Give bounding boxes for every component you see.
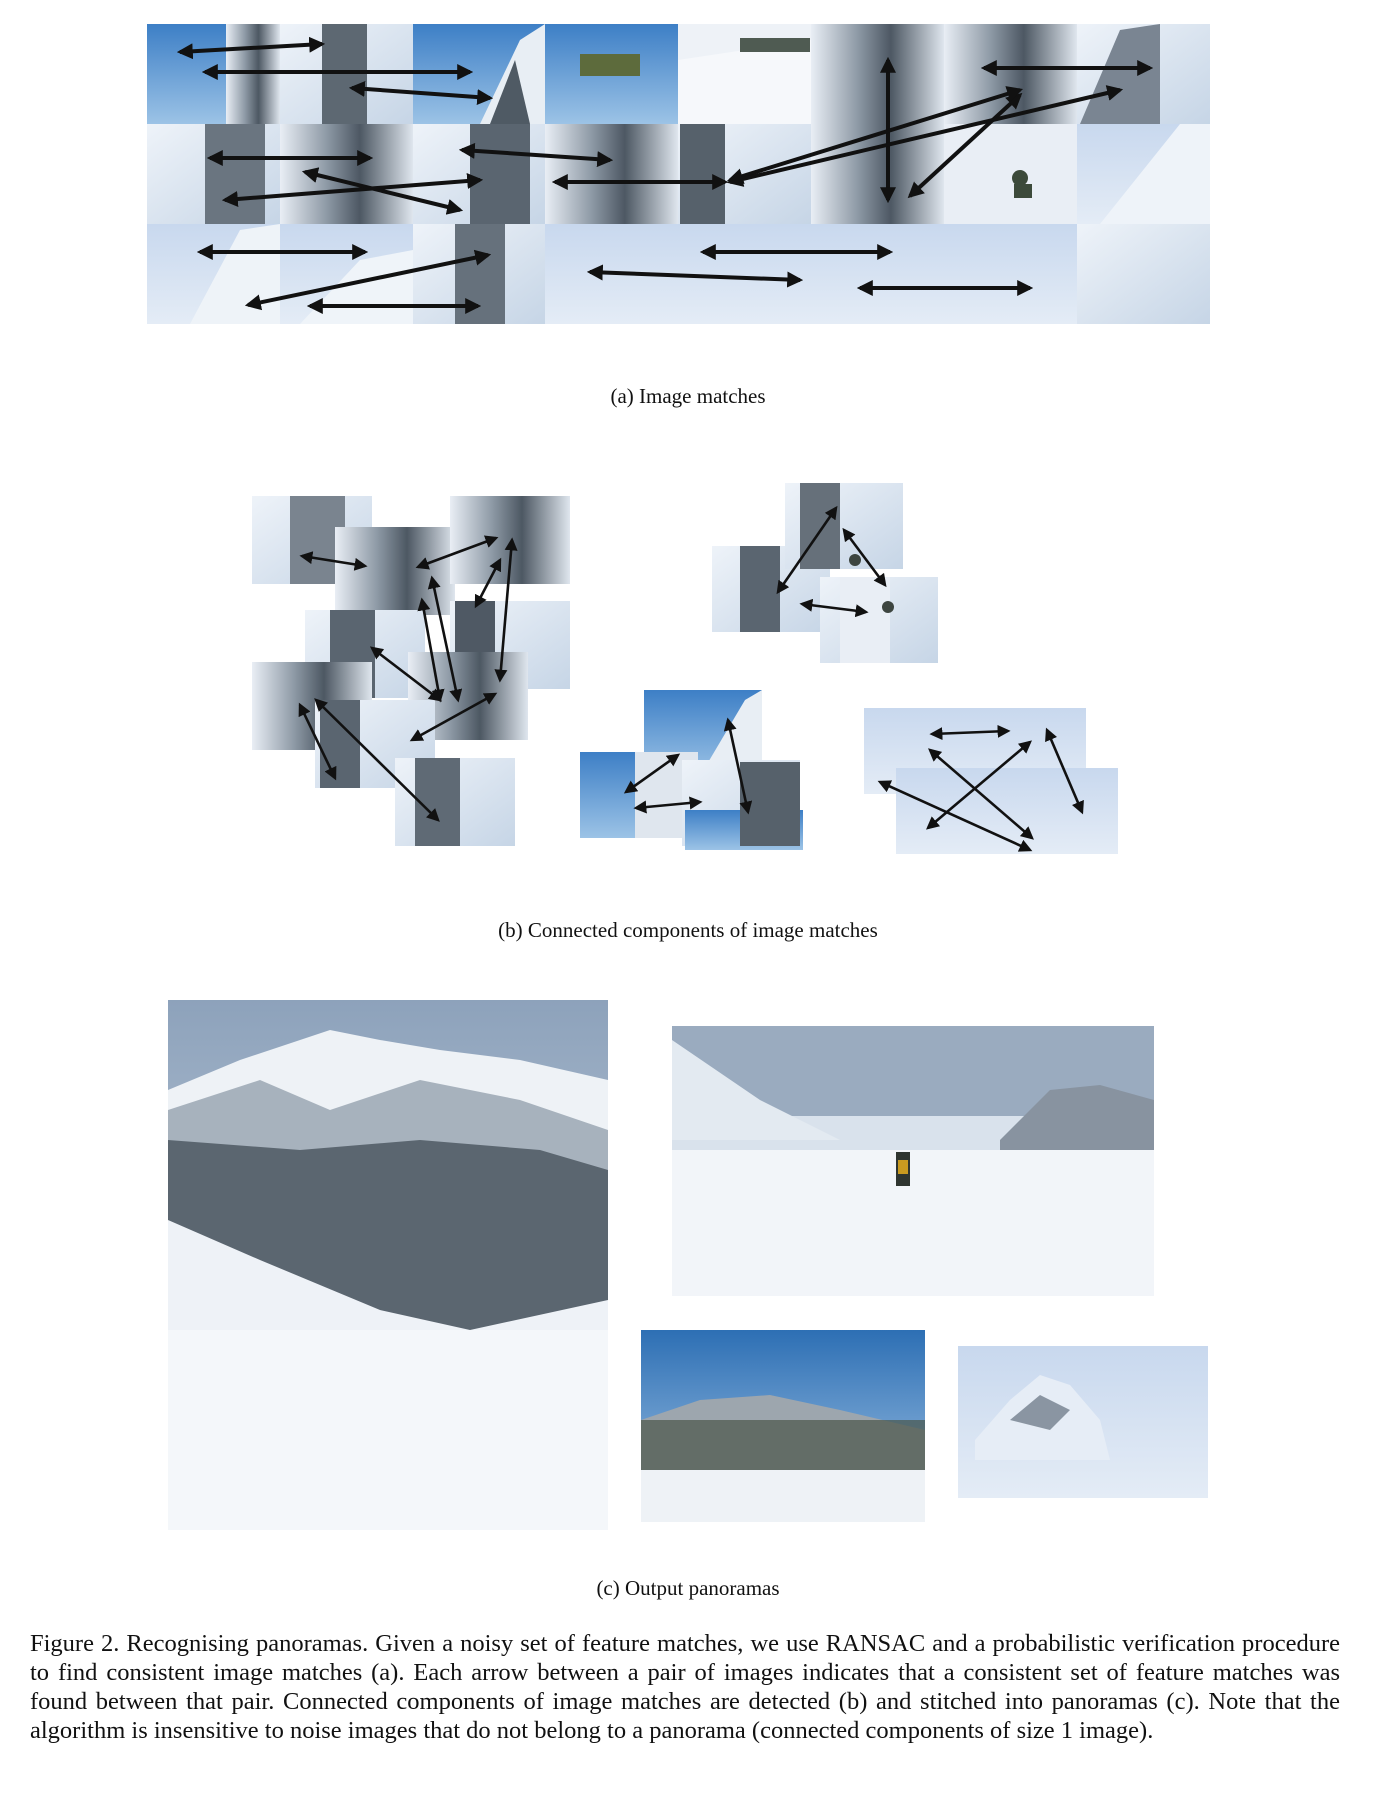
panorama-2 xyxy=(672,1026,1154,1296)
component-2-thumbnails xyxy=(712,483,938,663)
figure-caption: Figure 2. Recognising panoramas. Given a… xyxy=(30,1630,1340,1744)
panel-b-caption: (b) Connected components of image matche… xyxy=(498,918,878,942)
panel-c-caption: (c) Output panoramas xyxy=(596,1576,780,1600)
component-3-thumbnails xyxy=(580,690,803,850)
panorama-1 xyxy=(168,1000,608,1530)
image-matches-grid xyxy=(147,24,1210,1530)
panorama-3 xyxy=(641,1330,925,1522)
panorama-4 xyxy=(958,1346,1208,1498)
panel-a-caption: (a) Image matches xyxy=(610,384,766,408)
